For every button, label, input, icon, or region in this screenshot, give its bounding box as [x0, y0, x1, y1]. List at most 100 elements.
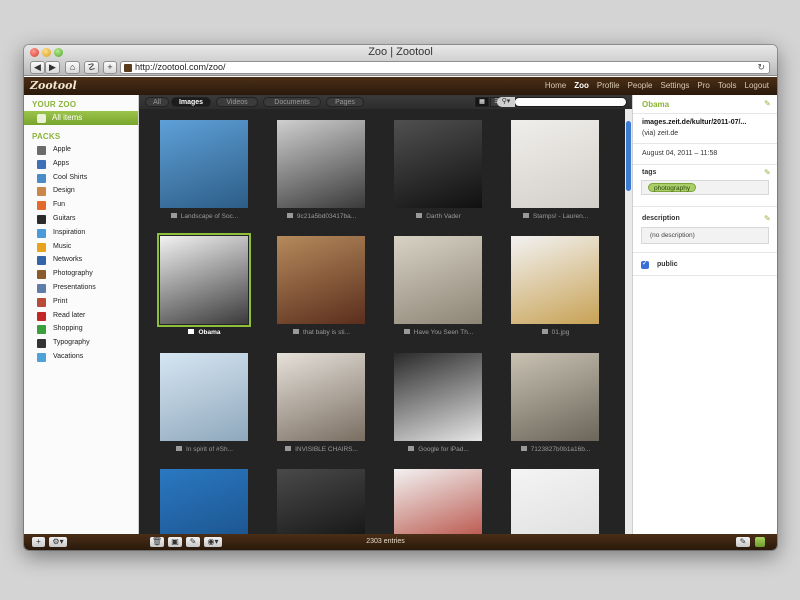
- tab-pages[interactable]: Pages: [326, 97, 364, 107]
- title-bar: Zoo | Zootool: [24, 45, 777, 60]
- nav-link-home[interactable]: Home: [545, 81, 566, 90]
- image-thumbnail[interactable]: [160, 120, 248, 208]
- caption-text: that baby is sti...: [303, 329, 350, 336]
- entries-count: 2303 entries: [366, 538, 405, 545]
- pack-label: Typography: [53, 339, 90, 347]
- sidebar-item-networks[interactable]: Networks: [37, 255, 82, 267]
- tab-all[interactable]: All: [145, 97, 169, 107]
- pack-icon: [37, 201, 46, 211]
- public-checkbox[interactable]: [641, 259, 649, 269]
- detail-title[interactable]: Obama: [642, 100, 669, 109]
- image-thumbnail[interactable]: [394, 353, 482, 441]
- nav-link-zoo[interactable]: Zoo: [574, 81, 589, 90]
- sidebar-item-apps[interactable]: Apps: [37, 159, 69, 171]
- description-field[interactable]: (no description): [641, 227, 769, 244]
- add-bookmark-button[interactable]: +: [103, 61, 117, 74]
- tag-photography[interactable]: photography: [648, 183, 697, 192]
- image-thumbnail[interactable]: [511, 236, 599, 324]
- image-thumbnail[interactable]: [277, 120, 365, 208]
- image-thumbnail[interactable]: [394, 236, 482, 324]
- tab-images[interactable]: Images: [171, 97, 211, 107]
- search-icon[interactable]: ⚲▾: [497, 97, 515, 107]
- pack-icon: [37, 242, 46, 252]
- image-caption[interactable]: 9c21a5bd03417ba...: [264, 212, 379, 222]
- tags-box[interactable]: photography: [641, 180, 769, 195]
- vertical-scrollbar[interactable]: [625, 109, 632, 534]
- back-button[interactable]: ◀: [30, 61, 45, 74]
- folder-icon: [293, 329, 300, 334]
- nav-link-logout[interactable]: Logout: [745, 81, 769, 90]
- image-thumbnail[interactable]: [277, 353, 365, 441]
- detail-footer: ✎: [632, 534, 777, 550]
- address-bar[interactable]: http://zootool.com/zoo/ ↻: [120, 61, 770, 74]
- image-thumbnail[interactable]: [394, 120, 482, 208]
- add-pack-button[interactable]: +: [32, 537, 45, 547]
- scrollbar-thumb[interactable]: [626, 121, 631, 191]
- grid-view-button[interactable]: ▦: [475, 97, 489, 107]
- via-text: (via) zeit.de: [642, 130, 679, 137]
- sidebar-item-fun[interactable]: Fun: [37, 200, 65, 212]
- minimize-window-button[interactable]: [42, 48, 51, 57]
- sidebar-item-music[interactable]: Music: [37, 242, 71, 254]
- image-thumbnail[interactable]: [511, 120, 599, 208]
- sidebar-item-cool-shirts[interactable]: Cool Shirts: [37, 173, 87, 185]
- sidebar-item-guitars[interactable]: Guitars: [37, 214, 76, 226]
- maximize-window-button[interactable]: [54, 48, 63, 57]
- close-window-button[interactable]: [30, 48, 39, 57]
- sidebar-settings-button[interactable]: ⚙▾: [49, 537, 67, 547]
- sidebar-item-vacations[interactable]: Vacations: [37, 352, 83, 364]
- sidebar-item-all-items[interactable]: All items: [24, 111, 138, 125]
- bookmark-button[interactable]: ☡: [84, 61, 99, 74]
- image-thumbnail[interactable]: [277, 236, 365, 324]
- nav-link-pro[interactable]: Pro: [697, 81, 709, 90]
- image-caption[interactable]: Google for iPad...: [381, 445, 496, 455]
- sidebar-item-design[interactable]: Design: [37, 186, 75, 198]
- tab-documents[interactable]: Documents: [263, 97, 321, 107]
- pack-icon: [37, 228, 46, 238]
- image-caption[interactable]: 01.jpg: [498, 328, 613, 338]
- nav-link-people[interactable]: People: [628, 81, 653, 90]
- image-caption[interactable]: that baby is sti...: [264, 328, 379, 338]
- search-input[interactable]: ⚲▾: [497, 97, 627, 107]
- folder-icon: [408, 446, 415, 451]
- left-sidebar: YOUR ZOO All items PACKS Apple Apps Cool S…: [24, 95, 139, 534]
- caption-text: 7123827b0b1a16b...: [530, 446, 591, 453]
- reload-icon[interactable]: ↻: [757, 62, 765, 73]
- sidebar-item-shopping[interactable]: Shopping: [37, 324, 83, 336]
- info-button[interactable]: [755, 537, 765, 547]
- source-url-link[interactable]: images.zeit.de/kultur/2011-07/...: [642, 119, 746, 126]
- sidebar-item-presentations[interactable]: Presentations: [37, 283, 96, 295]
- image-caption[interactable]: INVISIBLE CHAIRS...: [264, 445, 379, 455]
- nav-link-profile[interactable]: Profile: [597, 81, 620, 90]
- sidebar-item-read-later[interactable]: Read later: [37, 311, 85, 323]
- edit-tags-icon[interactable]: ✎: [764, 169, 771, 177]
- sidebar-item-apple[interactable]: Apple: [37, 145, 71, 157]
- edit-description-icon[interactable]: ✎: [764, 215, 771, 223]
- sidebar-item-photography[interactable]: Photography: [37, 269, 93, 281]
- image-thumbnail[interactable]: [511, 353, 599, 441]
- all-items-label: All items: [52, 113, 83, 122]
- image-caption[interactable]: Darth Vader: [381, 212, 496, 222]
- image-caption[interactable]: Stamps! - Lauren...: [498, 212, 613, 222]
- image-caption[interactable]: Obama: [147, 328, 262, 338]
- image-thumbnail[interactable]: [157, 233, 251, 327]
- forward-button[interactable]: ▶: [45, 61, 60, 74]
- nav-link-settings[interactable]: Settings: [660, 81, 689, 90]
- sidebar-item-print[interactable]: Print: [37, 297, 67, 309]
- tab-videos[interactable]: Videos: [216, 97, 258, 107]
- sidebar-item-typography[interactable]: Typography: [37, 338, 90, 350]
- edit-title-icon[interactable]: ✎: [764, 100, 771, 108]
- home-button[interactable]: ⌂: [65, 61, 80, 74]
- image-caption[interactable]: 7123827b0b1a16b...: [498, 445, 613, 455]
- sidebar-item-inspiration[interactable]: Inspiration: [37, 228, 85, 240]
- pack-icon: [37, 353, 46, 362]
- pack-icon: [37, 325, 46, 335]
- pencil-button[interactable]: ✎: [736, 537, 750, 547]
- nav-link-tools[interactable]: Tools: [718, 81, 737, 90]
- pack-icon: [37, 173, 46, 183]
- image-thumbnail[interactable]: [160, 353, 248, 441]
- image-caption[interactable]: In spirit of #Sh...: [147, 445, 262, 455]
- image-caption[interactable]: Have You Seen Th...: [381, 328, 496, 338]
- image-caption[interactable]: Landscape of Soc...: [147, 212, 262, 222]
- zootool-logo[interactable]: Zootool: [30, 79, 77, 92]
